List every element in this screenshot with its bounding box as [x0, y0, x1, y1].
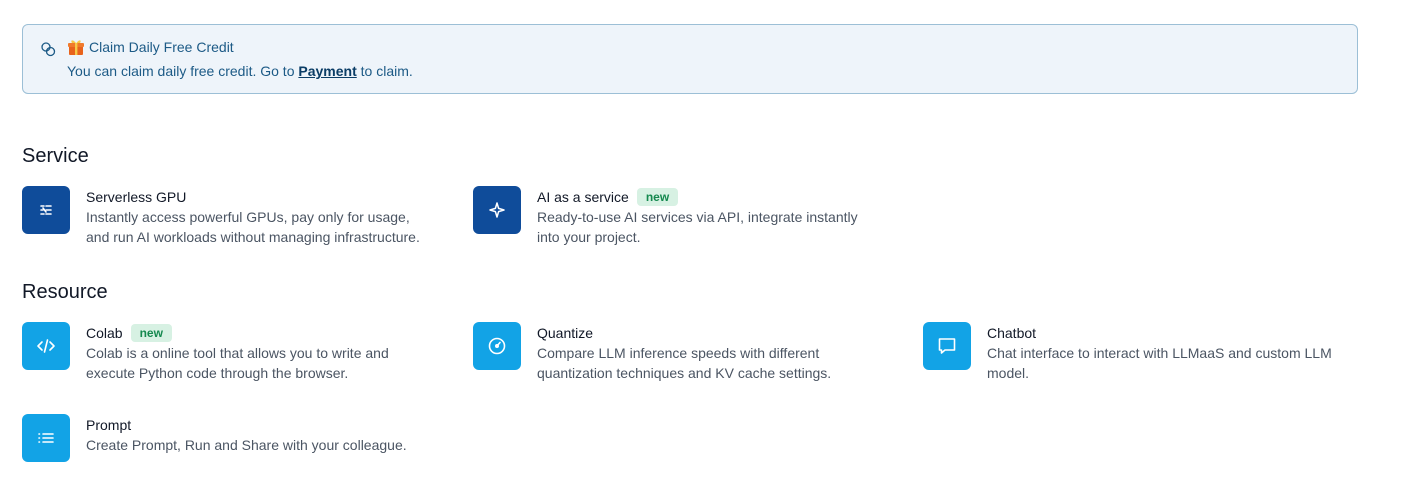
code-icon — [22, 322, 70, 370]
card-title-row: Chatbot — [987, 323, 1332, 343]
new-badge: new — [130, 324, 172, 342]
ai-as-a-service-card[interactable]: AI as a service new Ready-to-use AI serv… — [473, 186, 858, 247]
quantize-card[interactable]: Quantize Compare LLM inference speeds wi… — [473, 322, 831, 383]
chatbot-card[interactable]: Chatbot Chat interface to interact with … — [923, 322, 1332, 383]
card-description-line-2: model. — [987, 365, 1030, 381]
alert-text-after: to claim. — [360, 63, 413, 79]
alert-message: You can claim daily free credit. Go to P… — [67, 63, 413, 79]
card-title: Chatbot — [987, 325, 1037, 341]
serverless-gpu-card[interactable]: Serverless GPU Instantly access powerful… — [22, 186, 420, 247]
serverless-gpu-icon — [22, 186, 70, 234]
card-description-line-2: and run AI workloads without managing in… — [86, 229, 420, 245]
card-description-line-1: Create Prompt, Run and Share with your c… — [86, 437, 407, 453]
service-section-title: Service — [22, 145, 89, 167]
dashboard-page: Claim Daily Free Credit You can claim da… — [0, 0, 1402, 492]
alert-title: Claim Daily Free Credit — [89, 39, 234, 55]
card-title-row: Quantize — [537, 323, 831, 343]
card-body: Colab new Colab is a online tool that al… — [86, 322, 389, 383]
card-title: Quantize — [537, 325, 594, 341]
card-title: Colab — [86, 325, 123, 341]
card-title: Prompt — [86, 417, 132, 433]
card-title-row: AI as a service new — [537, 187, 858, 207]
card-body: Serverless GPU Instantly access powerful… — [86, 186, 420, 247]
card-title: Serverless GPU — [86, 189, 187, 205]
gift-icon — [68, 40, 84, 55]
card-description-line-1: Chat interface to interact with LLMaaS a… — [987, 345, 1332, 361]
alert-text-before: You can claim daily free credit. Go to — [67, 63, 295, 79]
card-description-line-1: Compare LLM inference speeds with differ… — [537, 345, 820, 361]
card-title: AI as a service — [537, 189, 629, 205]
card-description-line-1: Instantly access powerful GPUs, pay only… — [86, 209, 410, 225]
card-title-row: Serverless GPU — [86, 187, 420, 207]
card-body: Quantize Compare LLM inference speeds wi… — [537, 322, 831, 383]
sparkle-icon — [473, 186, 521, 234]
card-description-line-2: quantization techniques and KV cache set… — [537, 365, 832, 381]
new-badge: new — [636, 188, 679, 206]
list-icon — [22, 414, 70, 462]
resource-section-title: Resource — [22, 281, 108, 303]
coins-icon — [41, 42, 56, 57]
card-description-line-2: execute Python code through the browser. — [86, 365, 349, 381]
card-description-line-1: Ready-to-use AI services via API, integr… — [537, 209, 858, 225]
colab-card[interactable]: Colab new Colab is a online tool that al… — [22, 322, 389, 383]
prompt-card[interactable]: Prompt Create Prompt, Run and Share with… — [22, 414, 407, 462]
chat-bubble-icon — [923, 322, 971, 370]
alert-title-row: Claim Daily Free Credit — [67, 38, 234, 56]
payment-link[interactable]: Payment — [298, 63, 356, 79]
card-description-line-1: Colab is a online tool that allows you t… — [86, 345, 389, 361]
card-body: AI as a service new Ready-to-use AI serv… — [537, 186, 858, 247]
card-body: Prompt Create Prompt, Run and Share with… — [86, 414, 407, 462]
card-body: Chatbot Chat interface to interact with … — [987, 322, 1332, 383]
gauge-icon — [473, 322, 521, 370]
card-title-row: Prompt — [86, 415, 407, 435]
card-description-line-2: into your project. — [537, 229, 641, 245]
free-credit-alert: Claim Daily Free Credit You can claim da… — [22, 24, 1358, 94]
card-title-row: Colab new — [86, 323, 389, 343]
